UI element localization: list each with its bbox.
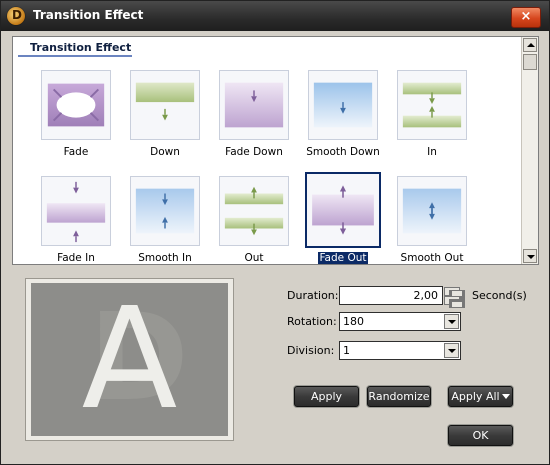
effect-in[interactable]: In <box>392 70 472 160</box>
effect-label: Smooth Out <box>392 252 472 264</box>
effect-down[interactable]: Down <box>125 70 205 160</box>
duration-input[interactable]: 2,00 <box>339 286 443 305</box>
chevron-down-icon <box>527 255 535 259</box>
rotation-label: Rotation: <box>287 315 337 328</box>
fade-down-icon <box>219 70 289 140</box>
effect-label: Fade <box>36 146 116 158</box>
division-dropdown-button[interactable] <box>444 343 459 358</box>
stepper-up-button[interactable] <box>444 287 465 299</box>
duration-stepper[interactable] <box>444 287 465 308</box>
effect-label-text: In <box>427 146 437 158</box>
smooth-in-icon-graphic <box>135 188 195 234</box>
fade-icon-graphic <box>47 83 105 127</box>
fade-down-icon-graphic <box>224 82 284 128</box>
ok-button[interactable]: OK <box>448 425 513 446</box>
preview-letter: A <box>81 283 178 436</box>
fade-in-icon <box>41 176 111 246</box>
preview-canvas: D A <box>31 283 228 436</box>
effect-label-text: Fade In <box>57 252 95 264</box>
effect-fade[interactable]: Fade <box>36 70 116 160</box>
effect-smooth-down[interactable]: Smooth Down <box>303 70 383 160</box>
effect-fade-out[interactable]: Fade Out <box>303 172 383 264</box>
effect-label-text: Fade <box>63 146 89 158</box>
effect-label: Fade Out <box>303 251 383 264</box>
effect-label: Fade Down <box>214 146 294 158</box>
in-icon <box>397 70 467 140</box>
fade-out-icon-graphic <box>312 185 374 235</box>
division-label: Division: <box>287 344 335 357</box>
out-icon <box>219 176 289 246</box>
scroll-down-button[interactable] <box>523 249 537 263</box>
rotation-value: 180 <box>343 315 364 328</box>
transition-effect-dialog: D Transition Effect × Transition Effect … <box>0 0 550 465</box>
effect-label-text: Smooth Out <box>400 252 464 264</box>
smooth-out-icon <box>397 176 467 246</box>
rotation-dropdown-button[interactable] <box>444 314 459 329</box>
smooth-down-icon <box>308 70 378 140</box>
effect-label-text: Smooth In <box>138 252 192 264</box>
apply-all-button[interactable]: Apply All <box>448 386 513 407</box>
effect-label: Fade In <box>36 252 116 264</box>
in-icon-graphic <box>402 82 462 128</box>
app-logo-icon: D <box>7 7 25 25</box>
stepper-down-button[interactable] <box>444 296 465 308</box>
division-value: 1 <box>343 344 350 357</box>
duration-unit: Second(s) <box>472 289 527 302</box>
fade-out-icon <box>305 172 381 248</box>
duration-value: 2,00 <box>413 289 439 302</box>
effect-gallery: Transition Effect Fade Down Fade Down Smoot… <box>12 36 539 265</box>
window-title: Transition Effect <box>33 8 144 22</box>
rotation-select[interactable]: 180 <box>339 312 461 331</box>
effect-label: Smooth Down <box>303 146 383 158</box>
effect-label-text: Smooth Down <box>306 146 380 158</box>
smooth-in-icon <box>130 176 200 246</box>
apply-all-label: Apply All <box>451 390 500 403</box>
title-bar[interactable]: D Transition Effect × <box>1 1 549 31</box>
effect-label-text: Fade Down <box>225 146 283 158</box>
effect-fade-in[interactable]: Fade In <box>36 176 116 264</box>
effect-label: In <box>392 146 472 158</box>
effect-label: Out <box>214 252 294 264</box>
chevron-down-icon <box>448 349 456 353</box>
caret-down-icon <box>501 394 510 399</box>
chevron-down-icon <box>449 299 465 308</box>
down-icon-graphic <box>135 82 195 121</box>
smooth-down-icon-graphic <box>313 82 373 128</box>
effect-label-text: Fade Out <box>317 251 369 264</box>
gallery-header: Transition Effect <box>18 41 132 57</box>
effect-smooth-in[interactable]: Smooth In <box>125 176 205 264</box>
effect-out[interactable]: Out <box>214 176 294 264</box>
chevron-down-icon <box>448 320 456 324</box>
effect-smooth-out[interactable]: Smooth Out <box>392 176 472 264</box>
fade-icon <box>41 70 111 140</box>
fade-in-icon-graphic <box>46 181 106 243</box>
effect-label-text: Down <box>150 146 180 158</box>
division-select[interactable]: 1 <box>339 341 461 360</box>
chevron-up-icon <box>527 43 535 47</box>
duration-label: Duration: <box>287 289 339 302</box>
out-icon-graphic <box>224 186 284 236</box>
effect-label: Smooth In <box>125 252 205 264</box>
preview-frame: D A <box>25 278 234 441</box>
scrollbar-thumb[interactable] <box>523 54 537 70</box>
close-button[interactable]: × <box>511 7 541 28</box>
down-icon <box>130 70 200 140</box>
smooth-out-icon-graphic <box>402 188 462 234</box>
effect-label-text: Out <box>244 252 264 264</box>
apply-button[interactable]: Apply <box>294 386 359 407</box>
vertical-scrollbar[interactable] <box>521 37 538 264</box>
effect-fade-down[interactable]: Fade Down <box>214 70 294 160</box>
randomize-button[interactable]: Randomize <box>367 386 431 407</box>
scroll-up-button[interactable] <box>523 38 537 52</box>
effect-label: Down <box>125 146 205 158</box>
